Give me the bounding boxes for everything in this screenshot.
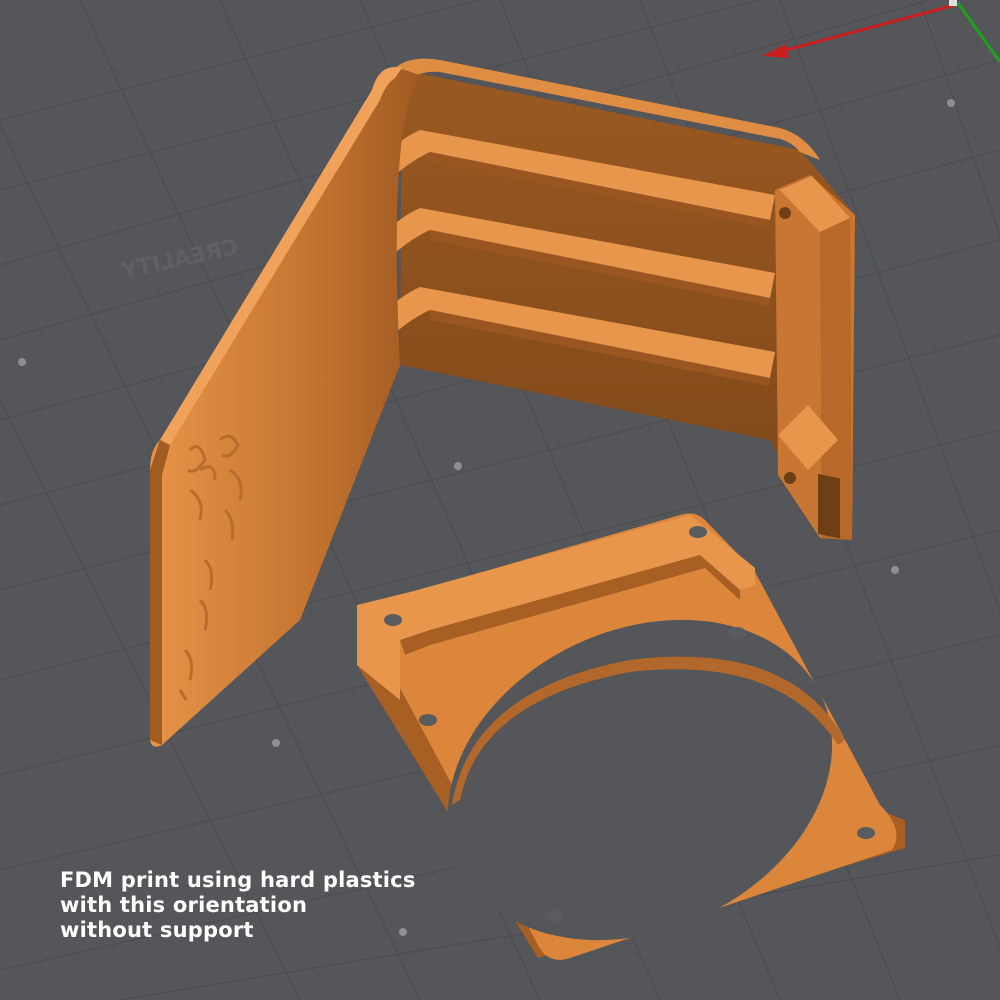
- viewport-canvas[interactable]: CREALITY: [0, 0, 1000, 1000]
- caption-line-1: FDM print using hard plastics: [60, 868, 416, 892]
- caption: FDM print using hard plastics with this …: [60, 868, 416, 943]
- bracket-screw-hole-top: [779, 207, 791, 219]
- screw-hole-1: [384, 614, 402, 626]
- screw-hole-4: [419, 714, 437, 726]
- screw-hole-2: [689, 526, 707, 538]
- screw-hole-3: [728, 627, 746, 639]
- bracket-screw-hole-bottom: [784, 472, 796, 484]
- caption-line-3: without support: [60, 918, 254, 942]
- screw-hole-5: [857, 827, 875, 839]
- screw-hole-6: [544, 910, 562, 922]
- bracket-slot: [818, 473, 840, 539]
- 3d-viewport[interactable]: CREALITY: [0, 0, 1000, 1000]
- caption-line-2: with this orientation: [60, 893, 308, 917]
- origin-marker: [949, 0, 957, 6]
